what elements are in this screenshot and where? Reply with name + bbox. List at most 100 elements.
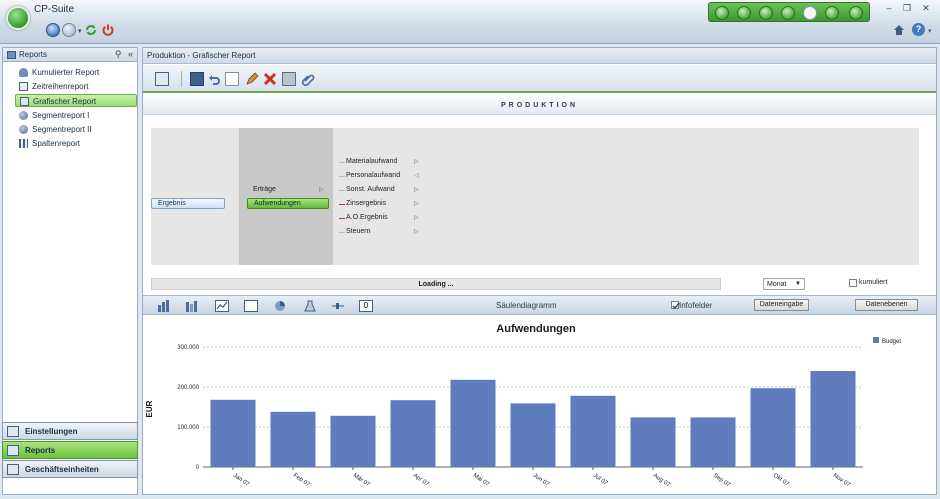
tree-node-ergebnis[interactable]: Ergebnis xyxy=(151,198,225,209)
dateneingabe-button[interactable]: Dateneingabe xyxy=(754,299,809,311)
y-tick-label: 100.000 xyxy=(177,425,199,431)
delete-icon[interactable] xyxy=(263,72,277,86)
report-item-zeitreihen[interactable]: Zeitreihenreport xyxy=(15,80,137,93)
scatter-chart-icon[interactable] xyxy=(244,300,258,312)
x-tick-label: Nov 07 xyxy=(832,473,852,489)
settings-icon xyxy=(7,426,19,437)
home-icon[interactable] xyxy=(893,24,905,36)
zoom-slider-icon[interactable] xyxy=(331,300,345,312)
globe-icon xyxy=(19,125,28,134)
hierarchy-level-1-column xyxy=(239,128,333,265)
module-icon-7[interactable] xyxy=(849,6,863,20)
chart-bar[interactable] xyxy=(750,388,796,467)
chart-bar[interactable] xyxy=(570,395,616,467)
report-item-spalten[interactable]: Spaltenreport xyxy=(15,137,137,150)
chart-bar[interactable] xyxy=(210,399,256,467)
forward-icon[interactable] xyxy=(62,23,76,37)
tree-node-ao-ergebnis[interactable]: A.O.Ergebnis xyxy=(346,214,388,221)
power-icon[interactable] xyxy=(101,23,115,37)
report-item-label: Segmentreport II xyxy=(32,125,92,134)
report-item-segment-2[interactable]: Segmentreport II xyxy=(15,123,137,136)
chart-bar[interactable] xyxy=(510,403,556,467)
module-icon-6[interactable] xyxy=(825,6,839,20)
tree-node-materialaufwand[interactable]: Materialaufwand xyxy=(346,158,397,165)
chart-bar[interactable] xyxy=(270,411,316,467)
chart-bar[interactable] xyxy=(450,379,496,467)
nav-section-einstellungen[interactable]: Einstellungen xyxy=(2,422,138,440)
save-icon[interactable] xyxy=(190,72,204,86)
tree-node-aufwendungen[interactable]: Aufwendungen xyxy=(247,198,329,209)
y-tick-label: 0 xyxy=(196,465,200,471)
pie-chart-icon[interactable] xyxy=(273,300,287,312)
chart-canvas: Aufwendungen EUR Budget 0 100.000 200.000 3… xyxy=(145,323,901,489)
expand-arrow-icon[interactable]: ▷ xyxy=(414,200,419,207)
expand-arrow-icon[interactable]: ▷ xyxy=(319,186,324,193)
report-item-segment-1[interactable]: Segmentreport I xyxy=(15,109,137,122)
nav-dropdown-icon[interactable]: ▾ xyxy=(78,27,82,35)
nav-section-label: Geschäftseinheiten xyxy=(25,465,99,474)
tree-node-steuern[interactable]: Steuern xyxy=(346,228,371,235)
bar-chart-icon[interactable] xyxy=(157,300,171,312)
period-select[interactable]: Monat ▼ xyxy=(763,278,805,290)
stacked-bar-icon[interactable] xyxy=(185,300,199,312)
flask-icon[interactable] xyxy=(303,300,317,312)
columns-icon xyxy=(19,139,28,148)
x-tick-label: Jan 07 xyxy=(232,473,251,489)
help-dropdown-icon[interactable]: ▾ xyxy=(928,27,932,35)
number-icon[interactable]: 0 xyxy=(359,300,373,312)
expand-arrow-icon[interactable]: ▷ xyxy=(414,158,419,165)
kumuliert-checkbox[interactable] xyxy=(849,279,857,287)
infofelder-checkbox[interactable] xyxy=(671,301,680,310)
undo-icon[interactable] xyxy=(207,72,221,86)
calendar-icon xyxy=(19,82,28,91)
refresh-icon[interactable] xyxy=(84,23,98,37)
chart-bar[interactable] xyxy=(630,417,676,467)
app-logo-icon[interactable] xyxy=(6,6,30,30)
chart-bar[interactable] xyxy=(390,400,436,467)
bar-chart: Aufwendungen EUR Budget 0 100.000 200.000 3… xyxy=(143,317,936,494)
tree-connector-minus xyxy=(339,204,345,205)
datenebenen-button[interactable]: Datenebenen xyxy=(855,299,918,311)
chart-bar[interactable] xyxy=(690,417,736,467)
layout-icon[interactable] xyxy=(155,72,169,86)
module-icon-4[interactable] xyxy=(781,6,795,20)
tree-node-personalaufwand[interactable]: Personalaufwand xyxy=(346,172,400,179)
nav-section-geschaeftseinheiten[interactable]: Geschäftseinheiten xyxy=(2,460,138,478)
restore-icon[interactable]: ❐ xyxy=(902,3,912,13)
line-chart-icon[interactable] xyxy=(215,300,229,312)
chart-type-label: Säulendiagramm xyxy=(496,301,557,310)
close-icon[interactable]: ✕ xyxy=(921,3,931,13)
tree-node-zinsergebnis[interactable]: Zinsergebnis xyxy=(346,200,386,207)
expand-arrow-icon[interactable]: ▷ xyxy=(414,186,419,193)
attach-icon[interactable] xyxy=(301,72,315,87)
x-tick-label: Feb 07 xyxy=(292,473,311,489)
x-tick-label: Sep 07 xyxy=(712,473,732,489)
report-item-label: Zeitreihenreport xyxy=(32,82,89,91)
edit-icon[interactable] xyxy=(245,72,259,86)
new-document-icon[interactable] xyxy=(225,72,239,86)
y-tick-label: 200.000 xyxy=(177,385,199,391)
report-item-kumulierter[interactable]: Kumulierter Report xyxy=(15,66,137,79)
kumuliert-label: kumuliert xyxy=(859,279,888,286)
chart-bar[interactable] xyxy=(330,415,376,467)
module-icon-5[interactable] xyxy=(803,6,817,20)
report-item-grafischer[interactable]: Grafischer Report xyxy=(15,94,137,107)
module-icon-1[interactable] xyxy=(715,6,729,20)
collapse-icon[interactable]: « xyxy=(128,49,133,59)
expand-arrow-icon[interactable]: ▷ xyxy=(414,228,419,235)
tree-node-sonst-aufwand[interactable]: Sonst. Aufwand xyxy=(346,186,395,193)
minimize-icon[interactable]: – xyxy=(884,3,894,13)
tree-node-ertraege[interactable]: Erträge xyxy=(253,186,276,193)
x-tick-label: Mai 07 xyxy=(472,473,491,489)
help-icon[interactable]: ? xyxy=(912,23,925,36)
print-icon[interactable] xyxy=(282,72,296,86)
back-icon[interactable] xyxy=(46,23,60,37)
module-icon-2[interactable] xyxy=(737,6,751,20)
nav-section-reports[interactable]: Reports xyxy=(2,441,138,459)
business-units-icon xyxy=(7,464,19,475)
module-icon-3[interactable] xyxy=(759,6,773,20)
chart-bar[interactable] xyxy=(810,371,856,467)
expand-arrow-icon[interactable]: ◁ xyxy=(414,172,419,179)
expand-arrow-icon[interactable]: ▷ xyxy=(414,214,419,221)
search-icon[interactable]: ⚲ xyxy=(115,49,122,59)
